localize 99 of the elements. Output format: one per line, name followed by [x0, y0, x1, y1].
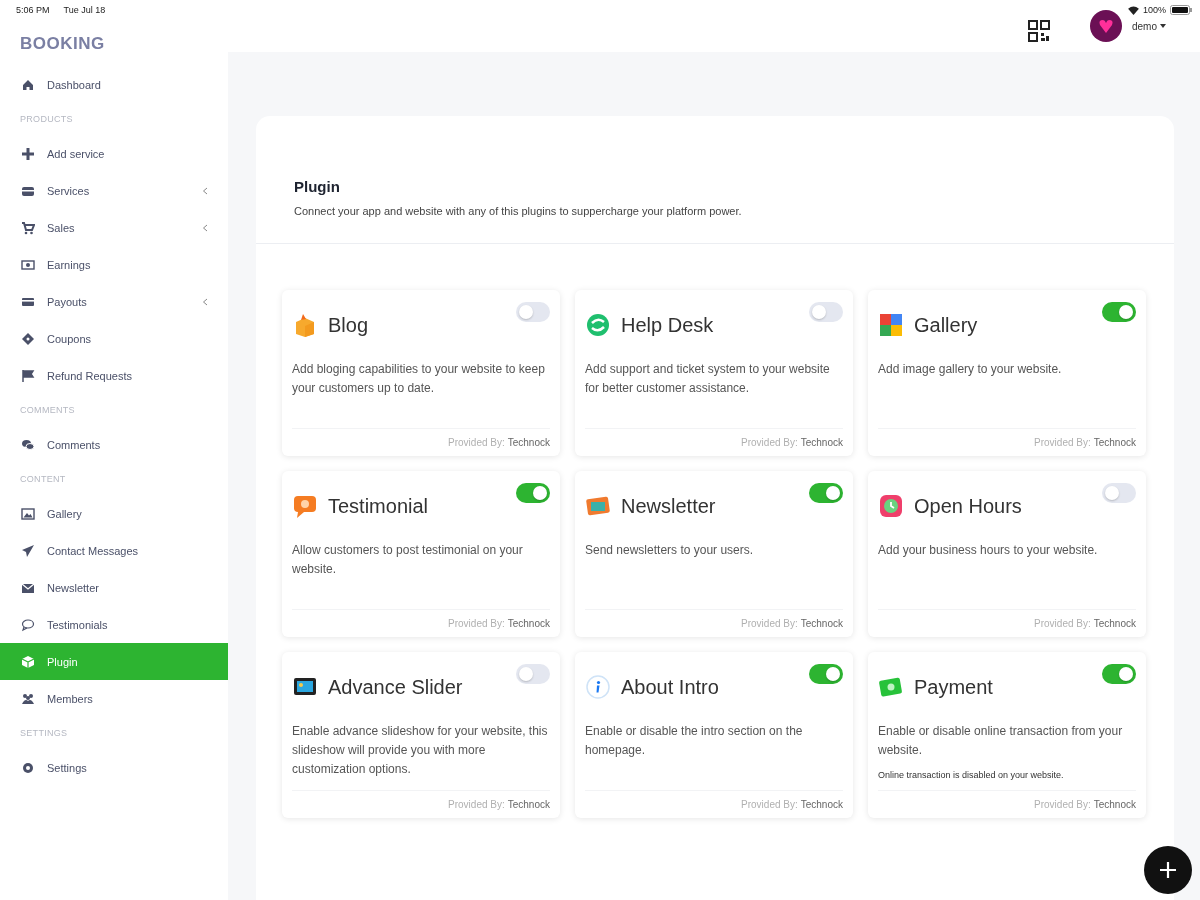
toggle-switch[interactable] [1102, 483, 1136, 503]
info-circle-icon [585, 674, 611, 700]
provider-name: Technock [507, 799, 550, 810]
nav-item[interactable]: Earnings [0, 246, 228, 283]
provider-label: Provided By: [741, 618, 798, 629]
people-icon [21, 691, 35, 706]
toggle-switch[interactable] [516, 664, 550, 684]
plugin-description: Add image gallery to your website. [878, 361, 1063, 378]
battery-icon [1170, 5, 1192, 15]
speech-bubble-icon [292, 493, 318, 519]
provider-name: Technock [800, 437, 843, 448]
wifi-icon [1127, 5, 1139, 15]
plugin-description: Add your business hours to your website. [878, 542, 1099, 559]
brand-title: BOOKING [19, 34, 106, 54]
battery-percent: 100% [1142, 5, 1166, 15]
avatar[interactable] [1090, 10, 1122, 42]
provider-name: Technock [507, 437, 550, 448]
plugin-name: Open Hours [914, 494, 1022, 518]
nav-section-label: SETTINGS [19, 727, 69, 740]
nav-item[interactable]: Payouts [0, 283, 228, 320]
provider-label: Provided By: [448, 799, 505, 810]
nav-item[interactable]: Newsletter [0, 569, 228, 606]
plugin-description: Enable or disable the intro section on the homepage. [585, 723, 804, 759]
clock-icon [878, 493, 904, 519]
provider-label: Provided By: [1034, 618, 1091, 629]
nav-item[interactable]: Contact Messages [0, 532, 228, 569]
user-menu[interactable]: demo [1132, 20, 1166, 32]
toggle-switch[interactable] [1102, 664, 1136, 684]
cube-icon [21, 654, 35, 669]
plugin-description: Add bloging capabilities to your website to keep your customers up to date. [292, 361, 546, 397]
plugin-name: Payment [914, 675, 993, 699]
toggle-switch[interactable] [516, 302, 550, 322]
toggle-switch[interactable] [516, 483, 550, 503]
toggle-switch[interactable] [809, 664, 843, 684]
colored-squares-icon [878, 312, 904, 338]
paper-plane-icon [21, 543, 35, 558]
nav-item[interactable]: Gallery [0, 495, 228, 532]
heart-icon [1098, 18, 1114, 34]
nav-section-label: PRODUCTS [19, 113, 74, 126]
plus-icon [1159, 861, 1177, 879]
nav-item[interactable]: Refund Requests [0, 357, 228, 394]
nav-item[interactable]: Settings [0, 749, 228, 786]
nav-item[interactable]: Members [0, 680, 228, 717]
page-title: Plugin [294, 178, 341, 195]
provider-label: Provided By: [741, 437, 798, 448]
plugin-name: Newsletter [621, 494, 716, 518]
status-date: Tue Jul 18 [63, 5, 106, 15]
chevron-icon [202, 297, 208, 306]
plugin-description: Allow customers to post testimonial on your website. [292, 542, 524, 578]
cart-icon [21, 220, 35, 235]
toggle-switch[interactable] [809, 483, 843, 503]
plugin-name: Gallery [914, 313, 978, 337]
caret-icon [1160, 24, 1166, 28]
nav-item[interactable]: Comments [0, 426, 228, 463]
flag-icon [21, 368, 35, 383]
nav-section-label: COMMENTS [19, 404, 76, 417]
plugin-description: Add support and ticket system to your website for better customer assistance. [585, 361, 831, 397]
toggle-switch[interactable] [1102, 302, 1136, 322]
qr-code-icon[interactable] [1028, 20, 1050, 42]
provider-label: Provided By: [448, 437, 505, 448]
provider-label: Provided By: [741, 799, 798, 810]
provider-name: Technock [507, 618, 550, 629]
plugin-description: Enable or disable online transaction from your website. [878, 723, 1124, 759]
nav-item[interactable]: Sales [0, 209, 228, 246]
nav-item[interactable]: Dashboard [0, 66, 228, 103]
plugin-description: Enable advance slideshow for your website, this slideshow will provide you with more customization options. [292, 723, 549, 778]
plugin-name: Help Desk [621, 313, 714, 337]
plugin-description: Send newsletters to your users. [585, 542, 755, 559]
provider-label: Provided By: [1034, 437, 1091, 448]
chevron-icon [202, 186, 208, 195]
swirl-circle-icon [585, 312, 611, 338]
speech-bubble-icon [21, 617, 35, 632]
provider-name: Technock [800, 618, 843, 629]
image-icon [21, 506, 35, 521]
nav-item[interactable]: Coupons [0, 320, 228, 357]
plugin-name: Advance Slider [328, 675, 463, 699]
provider-name: Technock [1093, 437, 1136, 448]
provider-label: Provided By: [1034, 799, 1091, 810]
provider-name: Technock [1093, 618, 1136, 629]
plus-icon [21, 146, 35, 161]
toggle-switch[interactable] [809, 302, 843, 322]
nav-section-label: CONTENT [19, 473, 67, 486]
provider-label: Provided By: [448, 618, 505, 629]
plugin-name: Testimonial [328, 494, 429, 518]
nav-item[interactable]: Services [0, 172, 228, 209]
provider-name: Technock [1093, 799, 1136, 810]
chat-icon [21, 437, 35, 452]
nav-item[interactable]: Add service [0, 135, 228, 172]
plugin-name: About Intro [621, 675, 719, 699]
home-icon [21, 77, 35, 92]
banknote-icon [21, 257, 35, 272]
chevron-icon [202, 223, 208, 232]
plugin-note: Online transaction is disabled on your website. [878, 770, 1065, 780]
page-description: Connect your app and website with any of this plugins to suppercharge your platform power. [294, 205, 743, 217]
add-button[interactable] [1144, 846, 1192, 894]
status-time: 5:06 PM [16, 5, 50, 15]
provider-name: Technock [800, 799, 843, 810]
plugin-name: Blog [328, 313, 369, 337]
nav-item[interactable]: Testimonials [0, 606, 228, 643]
